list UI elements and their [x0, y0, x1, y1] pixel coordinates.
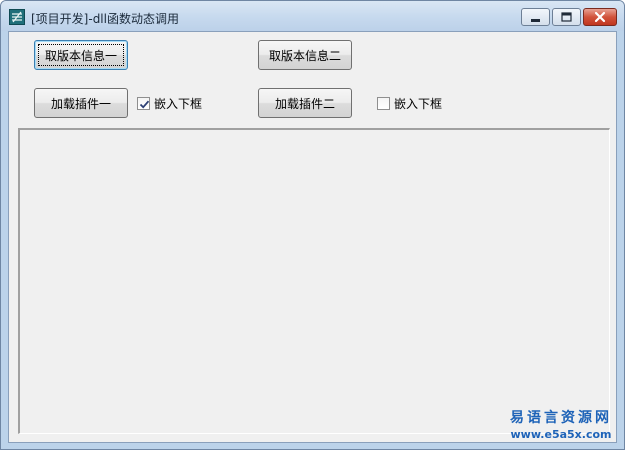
get-version-one-button[interactable]: 取版本信息一 [34, 40, 128, 70]
load-plugin-two-button[interactable]: 加载插件二 [258, 88, 352, 118]
watermark-site-name: 易语言资源网 [510, 410, 612, 426]
checkmark-icon [139, 100, 150, 109]
embed-checkbox-two[interactable]: 嵌入下框 [377, 95, 442, 112]
get-version-one-label: 取版本信息一 [44, 48, 117, 63]
window-title: [项目开发]-dll函数动态调用 [31, 12, 179, 26]
app-window: [项目开发]-dll函数动态调用 取版本信息一 取版本信息二 加载插件一 嵌入下… [0, 0, 625, 450]
watermark: 易语言资源网 www.e5a5x.com [510, 407, 612, 441]
get-version-two-label: 取版本信息二 [268, 48, 341, 63]
watermark-url: www.e5a5x.com [510, 428, 612, 441]
load-plugin-one-button[interactable]: 加载插件一 [34, 88, 128, 118]
minimize-button[interactable] [521, 8, 550, 26]
title-bar[interactable]: [项目开发]-dll函数动态调用 [1, 1, 624, 31]
maximize-button[interactable] [552, 8, 581, 26]
get-version-two-button[interactable]: 取版本信息二 [258, 40, 352, 70]
client-area: 取版本信息一 取版本信息二 加载插件一 嵌入下框 加载插件二 嵌入下框 [8, 31, 617, 443]
maximize-icon [561, 12, 572, 22]
checkbox-one-box[interactable] [137, 97, 150, 110]
embed-checkbox-one-label: 嵌入下框 [154, 97, 203, 111]
close-icon [594, 11, 606, 23]
load-plugin-two-label: 加载插件二 [274, 96, 335, 111]
load-plugin-one-label: 加载插件一 [50, 96, 111, 111]
minimize-icon [531, 19, 540, 22]
embed-checkbox-two-label: 嵌入下框 [394, 97, 443, 111]
close-button[interactable] [583, 8, 617, 26]
embed-checkbox-one[interactable]: 嵌入下框 [137, 95, 202, 112]
embed-panel [18, 128, 610, 434]
checkbox-two-box[interactable] [377, 97, 390, 110]
app-logo-icon [9, 9, 25, 25]
